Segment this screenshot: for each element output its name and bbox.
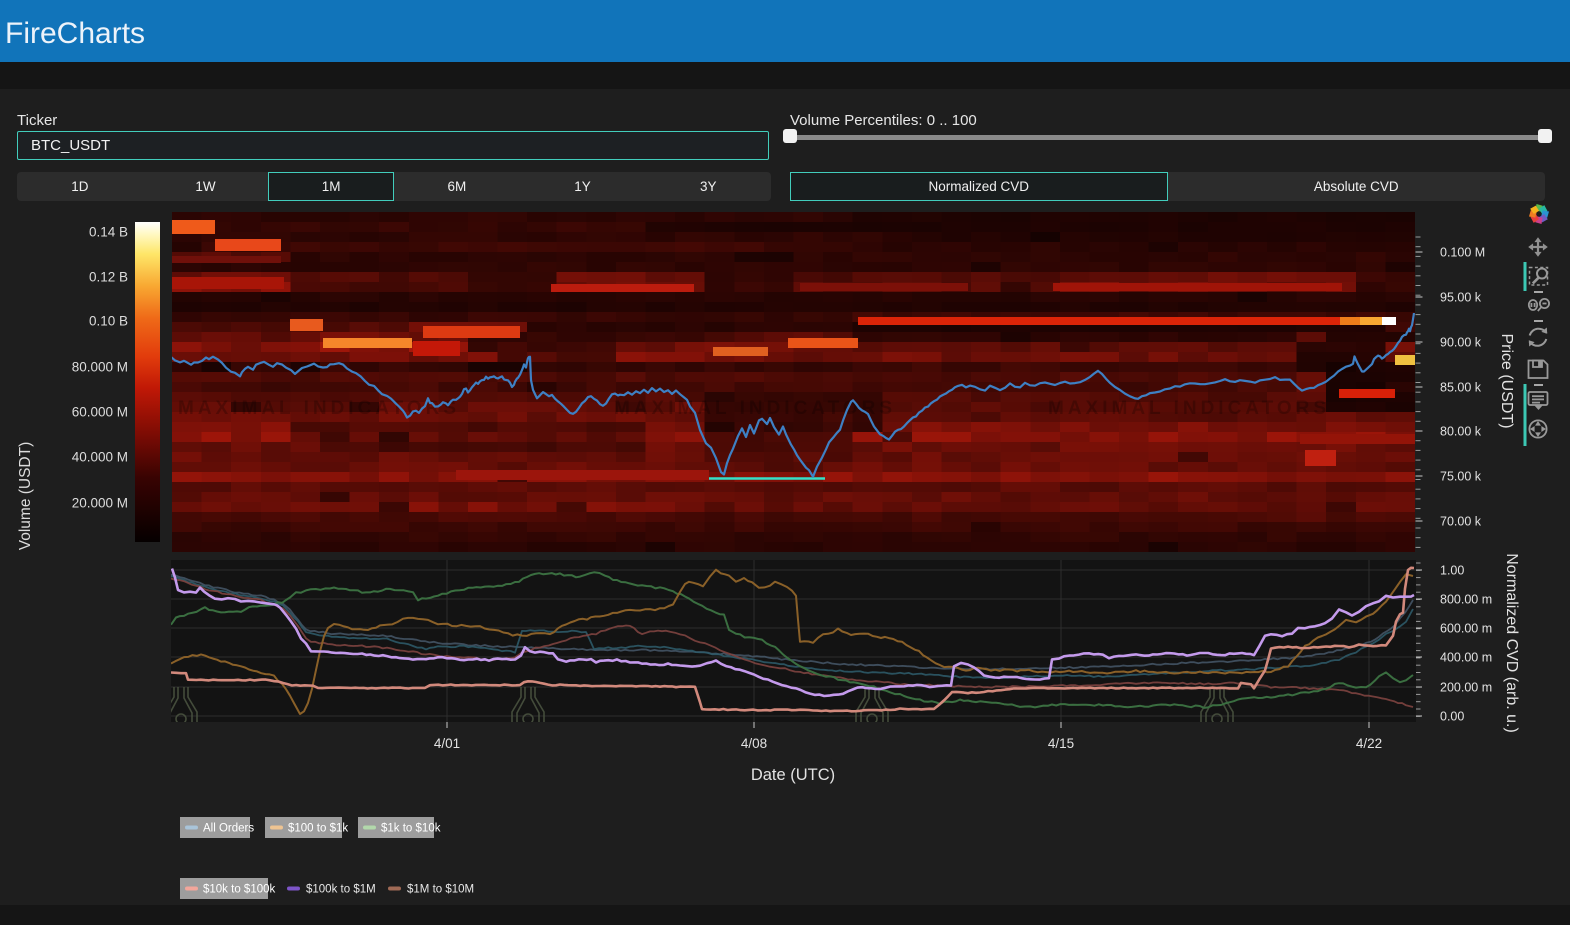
svg-text:0.100 M: 0.100 M (1440, 246, 1485, 260)
svg-text:70.00 k: 70.00 k (1440, 515, 1482, 529)
svg-text:4/15: 4/15 (1048, 736, 1074, 751)
svg-text:80.000 M: 80.000 M (72, 360, 128, 375)
svg-text:40.000 M: 40.000 M (72, 450, 128, 465)
svg-text:Price (USDT): Price (USDT) (1498, 333, 1515, 428)
svg-text:MAXIMAL INDICATORS: MAXIMAL INDICATORS (1048, 398, 1330, 419)
svg-text:$1k to $10k: $1k to $10k (381, 823, 441, 835)
svg-text:$100 to $1k: $100 to $1k (288, 823, 348, 835)
svg-text:800.00 m: 800.00 m (1440, 593, 1492, 607)
svg-text:Normalized CVD (arb. u.): Normalized CVD (arb. u.) (1503, 553, 1520, 733)
svg-text:Volume (USDT): Volume (USDT) (17, 442, 34, 551)
svg-text:0.00: 0.00 (1440, 710, 1464, 724)
svg-text:20.000 M: 20.000 M (72, 496, 128, 511)
svg-text:600.00 m: 600.00 m (1440, 622, 1492, 636)
svg-text:400.00 m: 400.00 m (1440, 651, 1492, 665)
svg-text:0.10 B: 0.10 B (89, 314, 128, 329)
svg-text:4/08: 4/08 (741, 736, 767, 751)
svg-text:200.00 m: 200.00 m (1440, 681, 1492, 695)
svg-text:$100k to $1M: $100k to $1M (306, 884, 376, 896)
svg-text:$1M to $10M: $1M to $10M (407, 884, 474, 896)
svg-text:1.00: 1.00 (1440, 564, 1464, 578)
svg-text:0.14 B: 0.14 B (89, 225, 128, 240)
svg-text:$10k to $100k: $10k to $100k (203, 884, 276, 896)
svg-text:4/01: 4/01 (434, 736, 460, 751)
svg-text:0.12 B: 0.12 B (89, 270, 128, 285)
svg-text:95.00 k: 95.00 k (1440, 291, 1482, 305)
svg-text:4/22: 4/22 (1356, 736, 1382, 751)
svg-text:All Orders: All Orders (203, 823, 254, 835)
svg-text:90.00 k: 90.00 k (1440, 336, 1482, 350)
svg-text:80.00 k: 80.00 k (1440, 425, 1482, 439)
svg-text:60.000 M: 60.000 M (72, 405, 128, 420)
svg-text:Date (UTC): Date (UTC) (751, 766, 835, 784)
svg-text:85.00 k: 85.00 k (1440, 381, 1482, 395)
svg-text:MAXIMAL INDICATORS: MAXIMAL INDICATORS (178, 398, 460, 419)
svg-text:75.00 k: 75.00 k (1440, 470, 1482, 484)
